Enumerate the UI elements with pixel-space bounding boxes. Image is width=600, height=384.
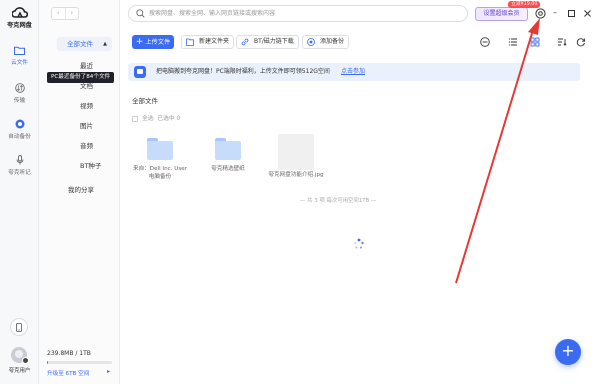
search-input[interactable]: 搜索网盘、搜索全网、输入网页链接或搜索内容: [128, 5, 468, 22]
user-name: 夸克用户: [8, 368, 31, 374]
file-item[interactable]: 夸克网盘功能介绍.jpg: [266, 134, 326, 179]
file-name: 夸克精选壁纸: [211, 166, 245, 172]
back-arrow-icon[interactable]: ‹: [52, 8, 65, 19]
promo-icon: [134, 66, 146, 78]
app-logo-text: 夸克网盘: [7, 22, 32, 29]
rail-item-auto-backup[interactable]: 自动备份: [0, 118, 39, 140]
backup-icon: [307, 38, 315, 46]
transfer-icon: [14, 82, 26, 94]
storage-bar-fill: [47, 361, 49, 364]
bt-download-button[interactable]: BT/磁力链下载: [236, 35, 299, 49]
new-folder-button[interactable]: 新建文件夹: [181, 35, 235, 49]
cloud-logo-icon: [11, 7, 28, 18]
rail-item-label: 云文件: [11, 60, 28, 66]
plus-icon: +: [135, 37, 144, 47]
app-logo: 夸克网盘: [0, 5, 39, 29]
file-count-note: — 共 3 项 每次可用空间1TB —: [300, 198, 377, 204]
file-name: 夸克网盘功能介绍.jpg: [268, 172, 324, 178]
backup-tooltip: PC最近备份了84个文件: [47, 72, 115, 83]
upload-button[interactable]: + 上传文件: [132, 35, 174, 49]
banner-link[interactable]: 点击参加: [341, 63, 365, 81]
rail-item-cloud-files[interactable]: 云文件: [0, 44, 39, 66]
chevron-up-icon: ▲: [103, 41, 107, 47]
close-icon[interactable]: [584, 10, 591, 17]
mobile-app-button[interactable]: [10, 318, 28, 336]
left-rail: 夸克网盘 云文件 传输 自动备份 夸克听记 夸克用户: [0, 0, 39, 384]
image-thumbnail: [278, 134, 314, 170]
select-all-label: 全选: [142, 116, 154, 122]
selection-bar: 全选 已选中 0: [132, 113, 180, 122]
sidebar-item-images[interactable]: 图片: [80, 120, 120, 130]
rail-item-label: 传输: [13, 98, 26, 104]
sidebar-item-audio[interactable]: 音频: [80, 140, 120, 150]
floating-add-button[interactable]: +: [555, 339, 581, 365]
upgrade-arrow-icon[interactable]: ▸: [107, 368, 110, 375]
vip-discount-badge: 立减¥19.00: [508, 1, 541, 8]
sidebar-item-my-share[interactable]: 我的分享: [68, 184, 94, 194]
sidebar-item-bt[interactable]: BT种子: [80, 160, 120, 170]
phone-icon: [16, 322, 22, 332]
minimize-icon[interactable]: –: [553, 9, 557, 17]
sidebar-item-all-files[interactable]: 全部文件 ▲: [57, 37, 112, 51]
new-folder-label: 新建文件夹: [199, 38, 230, 45]
upload-label: 上传文件: [145, 39, 171, 46]
grid-view-icon[interactable]: [530, 37, 540, 47]
link-icon: [241, 38, 249, 46]
add-backup-label: 添加备份: [320, 38, 345, 45]
banner-text: 把电脑搬到夸克网盘！PC端限时福利，上传文件即可领512G空间: [156, 68, 330, 75]
file-item[interactable]: 来自：Dell Inc. User 电脑备份: [130, 134, 190, 181]
selected-count: 已选中 0: [157, 116, 181, 122]
file-item[interactable]: 夸克精选壁纸: [198, 134, 258, 173]
page-title: 全部文件: [132, 97, 158, 105]
sort-icon[interactable]: [557, 37, 567, 47]
rail-item-quark-notes[interactable]: 夸克听记: [0, 154, 39, 176]
folder-icon: [14, 44, 26, 56]
folder-icon: [147, 138, 173, 160]
storage-bar: [47, 361, 112, 364]
search-icon: [136, 9, 145, 18]
rail-item-label: 自动备份: [8, 134, 31, 140]
maximize-icon[interactable]: [568, 10, 575, 17]
folder-icon: [215, 138, 241, 160]
backup-icon: [14, 118, 26, 130]
microphone-icon: [14, 154, 26, 166]
avatar-badge-icon: [22, 357, 29, 364]
select-all-checkbox[interactable]: [132, 115, 138, 122]
recycle-bin-icon[interactable]: [480, 37, 490, 47]
list-view-icon[interactable]: [508, 37, 518, 47]
refresh-icon[interactable]: [576, 37, 586, 47]
loading-spinner-icon: [354, 238, 364, 249]
sidebar-item-video[interactable]: 视频: [80, 100, 120, 110]
upgrade-link[interactable]: 升级至 6TB 空间: [47, 369, 89, 377]
rail-item-transfer[interactable]: 传输: [0, 82, 39, 104]
new-folder-icon: [186, 38, 194, 46]
rail-item-label: 夸克听记: [8, 170, 31, 176]
promo-banner: 把电脑搬到夸克网盘！PC端限时福利，上传文件即可领512G空间 点击参加: [128, 63, 580, 81]
storage-text: 239.8MB / 1TB: [47, 350, 91, 357]
sidebar-item-recent[interactable]: 最近: [80, 60, 120, 70]
add-backup-button[interactable]: 添加备份: [302, 35, 350, 49]
settings-icon[interactable]: [535, 8, 546, 19]
search-placeholder: 搜索网盘、搜索全网、输入网页链接或搜索内容: [149, 10, 276, 17]
bt-download-label: BT/磁力链下载: [254, 38, 294, 45]
vip-button[interactable]: 设置超级会员: [475, 7, 528, 21]
history-nav: ‹ ›: [51, 7, 79, 20]
all-files-label: 全部文件: [67, 40, 93, 48]
forward-arrow-icon[interactable]: ›: [64, 8, 79, 19]
file-name: 来自：Dell Inc. User 电脑备份: [133, 166, 187, 180]
